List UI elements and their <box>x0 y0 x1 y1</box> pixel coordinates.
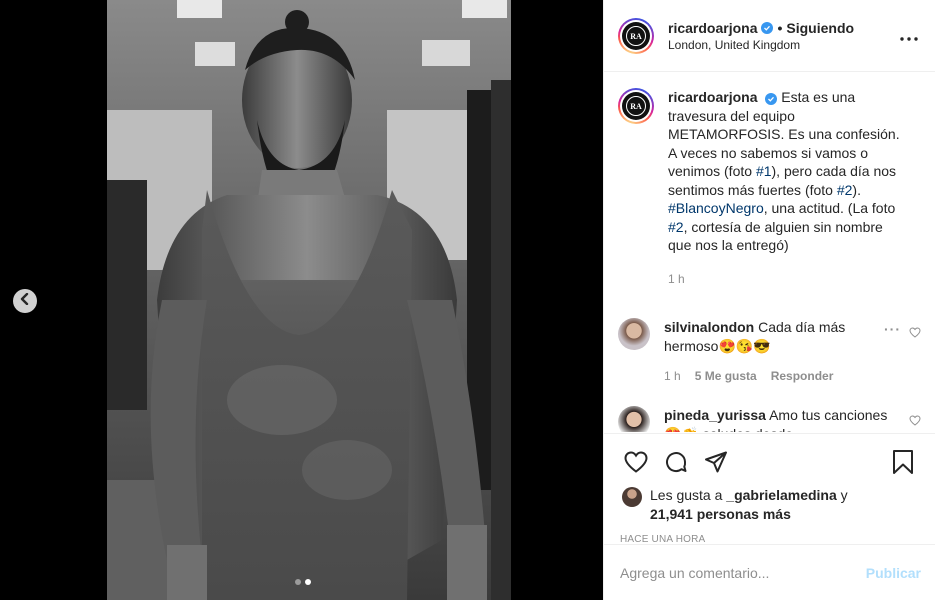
commenter-username[interactable]: silvinalondon <box>664 319 754 335</box>
author-logo-icon: RA <box>626 25 646 46</box>
separator-bullet: • <box>777 19 783 36</box>
caption-time[interactable]: 1 h <box>668 270 908 289</box>
reply-button[interactable]: Responder <box>771 367 834 386</box>
heart-icon <box>624 451 648 473</box>
author-username[interactable]: ricardoarjona <box>668 20 757 36</box>
carousel-dot-active <box>305 579 311 585</box>
comments-list[interactable]: RA ricardoarjona Esta es una travesura d… <box>604 72 935 432</box>
heart-outline-icon <box>909 327 921 338</box>
comment-bubble-icon <box>666 452 687 473</box>
bookmark-icon <box>893 450 913 474</box>
save-button[interactable] <box>883 442 923 482</box>
svg-text:RA: RA <box>630 102 642 111</box>
likes-middle: y <box>836 487 848 503</box>
comment-time[interactable]: 1 h <box>664 367 681 386</box>
carousel-dot <box>295 579 301 585</box>
author-logo-icon: RA <box>626 96 646 116</box>
likes-prefix: Les gusta a <box>650 487 727 503</box>
caption-text: , cortesía de alguien sin nombre que nos… <box>668 218 883 254</box>
liker-username[interactable]: _gabrielamedina <box>726 487 837 503</box>
commenter-avatar[interactable] <box>618 318 650 350</box>
more-options-button[interactable] <box>897 25 921 46</box>
comment-input[interactable] <box>620 564 866 581</box>
hashtag-link[interactable]: #BlancoyNegro <box>668 200 764 216</box>
author-avatar[interactable]: RA <box>618 17 654 54</box>
carousel-prev-button[interactable] <box>13 289 37 313</box>
hashtag-link[interactable]: #2 <box>668 219 684 235</box>
follow-status-button[interactable]: Siguiendo <box>786 20 854 36</box>
post-header: RA ricardoarjona • Siguiendo London, Uni… <box>604 0 935 72</box>
comment-button[interactable] <box>656 442 696 482</box>
heart-outline-icon <box>909 415 921 426</box>
post-photo-image <box>107 0 511 600</box>
svg-text:RA: RA <box>630 32 642 41</box>
hashtag-link[interactable]: #1 <box>756 163 772 179</box>
share-button[interactable] <box>696 442 736 482</box>
verified-badge-icon <box>765 93 778 105</box>
paper-plane-icon <box>705 451 727 473</box>
caption-text: , una actitud. (La foto <box>763 200 896 216</box>
post-sidebar: RA ricardoarjona • Siguiendo London, Uni… <box>603 0 935 600</box>
comment-item: silvinalondon Cada día más hermoso😍😘😎 ··… <box>618 318 921 386</box>
hashtag-link[interactable]: #2 <box>837 182 853 198</box>
comment-more-button[interactable]: ··· <box>884 320 901 356</box>
caption-text: ). <box>852 181 861 198</box>
caption-avatar[interactable]: RA <box>618 88 654 124</box>
post-photo[interactable] <box>107 0 511 600</box>
commenter-avatar[interactable] <box>618 406 650 432</box>
location-link[interactable]: London, United Kingdom <box>668 38 897 52</box>
comment-likes-count[interactable]: 5 Me gusta <box>695 367 757 386</box>
media-pane <box>0 0 603 600</box>
post-caption: RA ricardoarjona Esta es una travesura d… <box>618 88 921 288</box>
like-comment-button[interactable] <box>909 324 921 356</box>
comment-item: pineda_yurissa Amo tus canciones 😍👏 salu… <box>618 406 921 432</box>
chevron-left-icon <box>19 292 31 310</box>
post-actions: Les gusta a _gabrielamedina y 21,941 per… <box>604 433 935 545</box>
likes-summary: Les gusta a _gabrielamedina y 21,941 per… <box>616 486 923 524</box>
liker-avatar[interactable] <box>622 487 642 507</box>
add-comment-bar: Publicar <box>604 544 935 600</box>
like-comment-button[interactable] <box>909 412 921 432</box>
verified-badge-icon <box>761 21 774 34</box>
likes-count[interactable]: 21,941 personas más <box>650 506 791 522</box>
more-horizontal-icon <box>900 37 918 41</box>
carousel-indicator <box>295 579 311 585</box>
like-button[interactable] <box>616 442 656 482</box>
caption-username[interactable]: ricardoarjona <box>668 89 757 105</box>
commenter-username[interactable]: pineda_yurissa <box>664 407 766 423</box>
publish-button[interactable]: Publicar <box>866 565 921 581</box>
